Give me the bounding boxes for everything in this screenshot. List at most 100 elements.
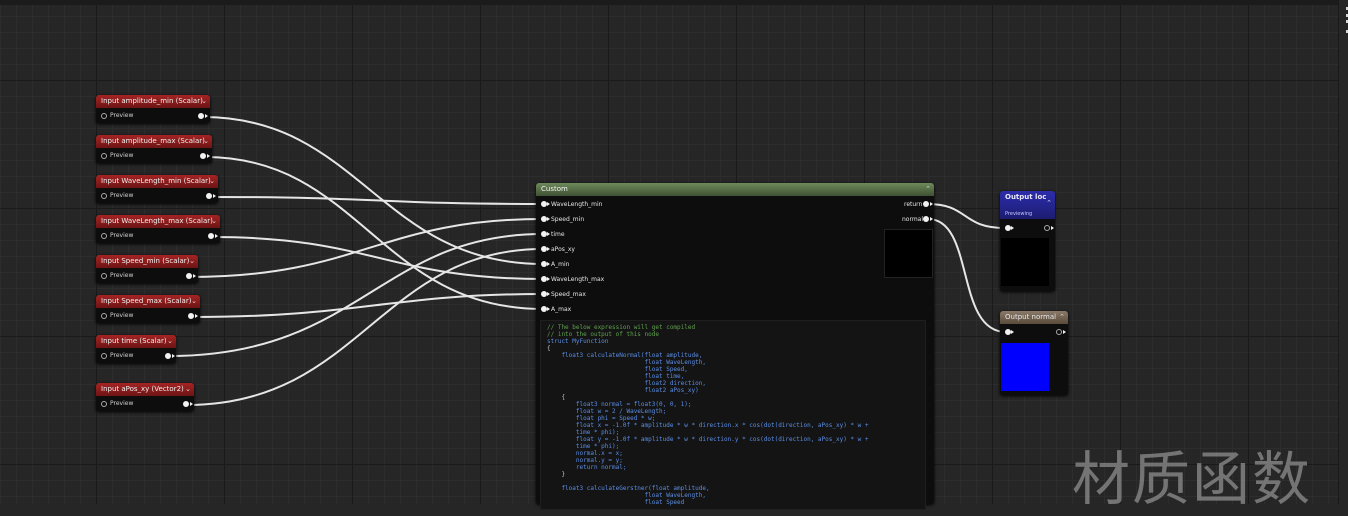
output-pin[interactable] xyxy=(206,193,212,199)
preview-pin[interactable] xyxy=(101,313,107,319)
code-editor[interactable]: // The below expression will get compile… xyxy=(540,320,926,510)
preview-row[interactable]: Preview xyxy=(96,348,176,364)
node-title: Custom xyxy=(541,185,568,193)
input-node-amplitude-min[interactable]: Input amplitude_min (Scalar) ⌄ Preview xyxy=(96,95,210,123)
input-label-apos-xy: aPos_xy xyxy=(551,246,575,253)
output-pin-arrow xyxy=(193,274,196,278)
node-title: Input time (Scalar) xyxy=(101,337,167,345)
preview-pin[interactable] xyxy=(101,273,107,279)
chevron-down-icon[interactable]: ⌄ xyxy=(191,295,197,308)
chevron-up-icon[interactable]: ⌃ xyxy=(1059,311,1065,324)
code-line: // The below expression will get compile… xyxy=(547,324,696,331)
output-pin-arrow xyxy=(190,402,193,406)
details-panel-edge xyxy=(1338,0,1348,504)
preview-label: Preview xyxy=(110,312,134,319)
code-line: float WaveLength, xyxy=(547,359,706,366)
input-label-a-max: A_max xyxy=(551,306,572,313)
code-line: float WaveLength, xyxy=(547,492,706,499)
code-line: normal.y = y; xyxy=(547,457,623,464)
code-line: float x = -1.0f * amplitude * w * direct… xyxy=(547,422,869,429)
preview-row[interactable]: Preview xyxy=(96,108,210,124)
output-pin[interactable] xyxy=(1044,225,1050,231)
preview-pin[interactable] xyxy=(101,353,107,359)
pin-arrow xyxy=(930,217,933,221)
code-line: time * phi); xyxy=(547,429,620,436)
input-node-speed-max[interactable]: Input Speed_max (Scalar) ⌄ Preview xyxy=(96,295,200,323)
output-loc-node[interactable]: Output loc Previewing ⌃ xyxy=(1000,191,1055,291)
preview-pin[interactable] xyxy=(101,233,107,239)
custom-expression-node[interactable]: Custom ⌃ WaveLength_min Speed_min time aP… xyxy=(536,183,934,510)
code-line: float2 direction, xyxy=(547,380,706,387)
chevron-down-icon[interactable]: ⌄ xyxy=(185,383,191,396)
output-normal-node[interactable]: Output normal ⌃ xyxy=(1000,311,1068,395)
code-line: float Speed, xyxy=(547,366,688,373)
chevron-down-icon[interactable]: ⌄ xyxy=(209,175,215,188)
top-toolbar-edge xyxy=(0,0,1348,5)
output-pin[interactable] xyxy=(186,273,192,279)
pin-arrow xyxy=(547,262,550,266)
preview-label: Preview xyxy=(110,400,134,407)
output-pin[interactable] xyxy=(1056,329,1062,335)
preview-swatch xyxy=(1001,238,1049,286)
preview-row[interactable]: Preview xyxy=(96,396,194,412)
output-pin[interactable] xyxy=(208,233,214,239)
output-pin-arrow xyxy=(195,314,198,318)
output-label-normal: normal xyxy=(902,216,924,223)
preview-swatch xyxy=(1001,343,1049,391)
preview-label: Preview xyxy=(110,112,134,119)
output-pin[interactable] xyxy=(188,313,194,319)
code-line: ​ xyxy=(547,478,919,485)
input-node-wavelength-min[interactable]: Input WaveLength_min (Scalar) ⌄ Preview xyxy=(96,175,218,203)
input-node-speed-min[interactable]: Input Speed_min (Scalar) ⌄ Preview xyxy=(96,255,198,283)
chevron-down-icon[interactable]: ⌄ xyxy=(167,335,173,348)
output-pin-arrow xyxy=(213,194,216,198)
output-pin[interactable] xyxy=(165,353,171,359)
preview-pin[interactable] xyxy=(101,193,107,199)
output-pin[interactable] xyxy=(200,153,206,159)
output-pin-arrow xyxy=(172,354,175,358)
chevron-down-icon[interactable]: ⌄ xyxy=(203,135,209,148)
pin-arrow xyxy=(1011,330,1014,334)
pin-arrow xyxy=(547,217,550,221)
output-pin-arrow xyxy=(207,154,210,158)
preview-pin[interactable] xyxy=(101,153,107,159)
preview-row[interactable]: Preview xyxy=(96,148,212,164)
preview-label: Preview xyxy=(110,272,134,279)
node-title: Input amplitude_max (Scalar) xyxy=(101,137,205,145)
output-pin[interactable] xyxy=(183,401,189,407)
input-node-time[interactable]: Input time (Scalar) ⌄ Preview xyxy=(96,335,176,363)
preview-pin[interactable] xyxy=(101,113,107,119)
preview-row[interactable]: Preview xyxy=(96,308,200,324)
chevron-down-icon[interactable]: ⌄ xyxy=(201,95,207,108)
input-node-amplitude-max[interactable]: Input amplitude_max (Scalar) ⌄ Preview xyxy=(96,135,212,163)
code-line: float2 aPos_xy) xyxy=(547,387,699,394)
input-label-a-min: A_min xyxy=(551,261,570,268)
chevron-up-icon[interactable]: ⌃ xyxy=(925,183,931,196)
pin-arrow xyxy=(547,277,550,281)
node-title: Input WaveLength_max (Scalar) xyxy=(101,217,213,225)
output-pin-normal[interactable] xyxy=(923,216,929,222)
code-line: float phi = Speed * w; xyxy=(547,415,656,422)
input-node-wavelength-max[interactable]: Input WaveLength_max (Scalar) ⌄ Preview xyxy=(96,215,220,243)
chevron-down-icon[interactable]: ⌄ xyxy=(211,215,217,228)
preview-label: Preview xyxy=(110,232,134,239)
code-line: float time, xyxy=(547,373,685,380)
watermark: 材质函数 xyxy=(1072,445,1313,513)
previewing-status: Previewing xyxy=(1005,211,1033,217)
preview-row[interactable]: Preview xyxy=(96,228,220,244)
output-pin-return[interactable] xyxy=(923,201,929,207)
output-pin[interactable] xyxy=(198,113,204,119)
preview-row[interactable]: Preview xyxy=(96,188,218,204)
input-label-speed-min: Speed_min xyxy=(551,216,585,223)
chevron-up-icon[interactable]: ⌃ xyxy=(1046,199,1052,207)
node-title: Output loc xyxy=(1005,193,1047,201)
input-node-apos-xy[interactable]: Input aPos_xy (Vector2) ⌄ Preview xyxy=(96,383,194,411)
chevron-down-icon[interactable]: ⌄ xyxy=(189,255,195,268)
code-line: float Speed xyxy=(547,499,685,506)
preview-pin[interactable] xyxy=(101,401,107,407)
input-label-wavelength-min: WaveLength_min xyxy=(551,201,603,208)
code-line: struct MyFunction xyxy=(547,338,609,345)
code-line: float y = -1.0f * amplitude * w * direct… xyxy=(547,436,869,443)
output-loc-header: Output loc Previewing ⌃ xyxy=(1000,191,1055,219)
preview-row[interactable]: Preview xyxy=(96,268,198,284)
